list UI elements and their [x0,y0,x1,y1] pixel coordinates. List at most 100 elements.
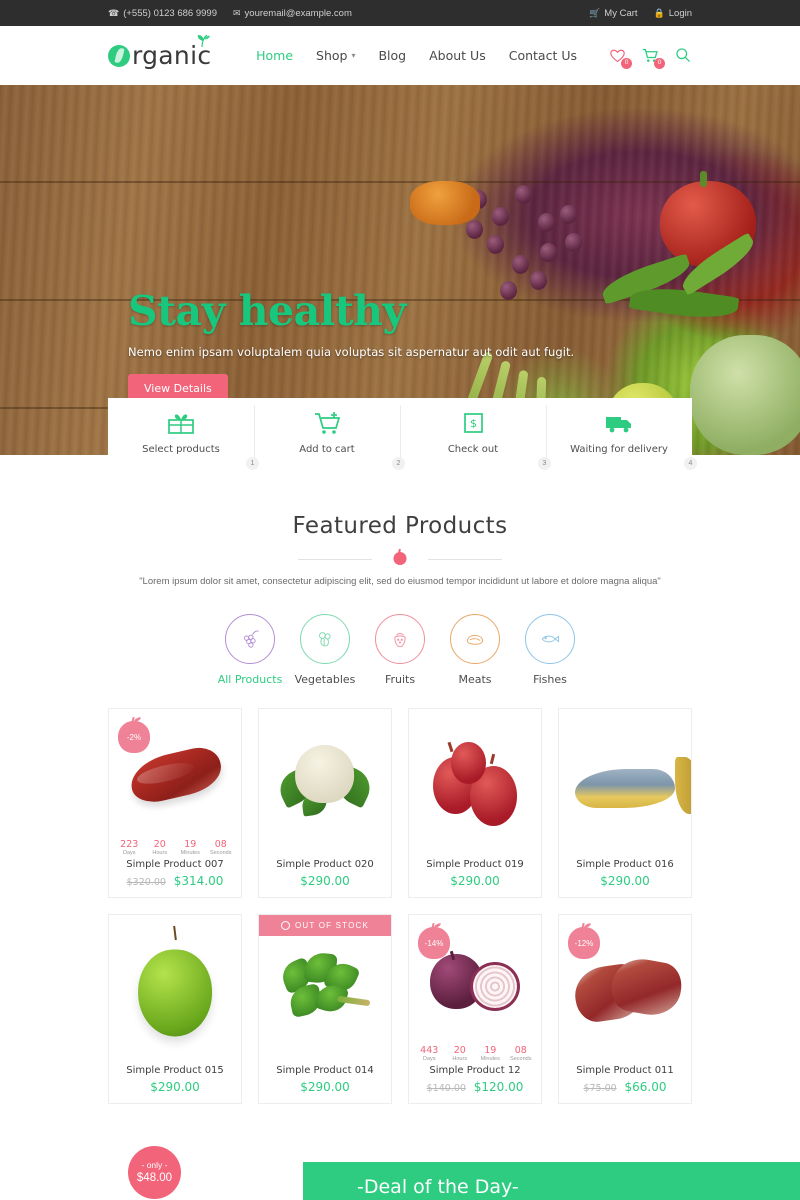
svg-text:$: $ [470,417,477,430]
product-card[interactable]: Simple Product 015 $290.00 [108,914,242,1104]
cart-button[interactable]: 0 [642,47,665,69]
my-cart-link[interactable]: 🛒 My Cart [589,8,637,19]
category-meats[interactable]: Meats [450,614,500,686]
countdown-hours: 20 [153,839,166,850]
nav-item-home[interactable]: Home [256,48,293,63]
grapes-icon [243,630,259,648]
countdown-timer: 443 Days 20 Hours 19 Minutes 08 Seconds [409,1045,541,1062]
discount-badge: -14% [418,927,450,959]
step-check-out[interactable]: $ 3 Check out [400,398,551,470]
sad-face-icon [280,921,290,930]
login-label: Login [668,7,692,19]
nav-label: Blog [378,48,407,63]
category-label: Fishes [533,673,567,686]
product-price: $290.00 [559,874,691,888]
product-image [109,915,241,1065]
price-new: $290.00 [300,874,350,888]
countdown-seconds-label: Seconds [510,1056,532,1062]
out-of-stock-banner: OUT OF STOCK [259,915,391,936]
product-title[interactable]: Simple Product 016 [559,859,691,870]
product-title[interactable]: Simple Product 014 [259,1065,391,1076]
plank-line [0,181,800,183]
price-old: $75.00 [583,1083,617,1094]
product-title[interactable]: Simple Product 019 [409,859,541,870]
product-card[interactable]: Simple Product 019 $290.00 [408,708,542,898]
product-title[interactable]: Simple Product 020 [259,859,391,870]
category-all-products[interactable]: All Products [218,614,282,686]
category-vegetables[interactable]: Vegetables [295,614,355,686]
deal-only-label: - only - [141,1160,168,1170]
countdown-seconds: 08 [214,839,227,850]
step-label: Waiting for delivery [570,443,668,455]
product-title[interactable]: Simple Product 015 [109,1065,241,1076]
deal-price-badge: - only - $48.00 [128,1146,181,1199]
price-new: $290.00 [450,874,500,888]
price-new: $290.00 [600,874,650,888]
discount-value: -12% [574,938,594,948]
step-waiting-for-delivery[interactable]: 4 Waiting for delivery [546,398,697,470]
money-icon: $ [458,410,488,436]
category-fishes[interactable]: Fishes [525,614,575,686]
category-fruits[interactable]: Fruits [375,614,425,686]
product-card[interactable]: Simple Product 016 $290.00 [558,708,692,898]
header-icon-group: 0 0 [609,47,692,69]
product-card[interactable]: -14% 443 Days 20 Hours 19 Minutes 08 Seconds… [408,914,542,1104]
main-nav: Home Shop ▾ Blog About Us Contact Us 0 0 [256,47,692,69]
email-item[interactable]: ✉ youremail@example.com [233,8,352,19]
countdown-seconds-label: Seconds [210,850,232,856]
category-label: Vegetables [294,673,356,686]
nav-item-shop[interactable]: Shop ▾ [316,48,355,63]
nav-item-blog[interactable]: Blog [378,48,406,63]
product-card[interactable]: Simple Product 020 $290.00 [258,708,392,898]
category-circle [225,614,275,664]
category-circle [300,614,350,664]
out-of-stock-label: OUT OF STOCK [294,921,370,930]
hero-title: Stay healthy [128,287,406,335]
hero-content: Stay healthy Nemo enim ipsam voluptalem … [128,287,588,404]
wishlist-button[interactable]: 0 [609,47,632,69]
phone-number: (+555) 0123 686 9999 [123,7,217,19]
discount-badge: -2% [118,721,150,753]
cart-plus-icon [312,410,342,436]
product-price: $290.00 [409,874,541,888]
login-link[interactable]: 🔒 Login [654,8,692,19]
price-new: $120.00 [473,1080,524,1094]
step-number: 4 [684,457,697,470]
section-quote: "Lorem ipsum dolor sit amet, consectetur… [139,576,661,587]
product-card[interactable]: OUT OF STOCK Simple Product 014 $290.00 [258,914,392,1104]
wishlist-count-badge: 0 [621,58,632,69]
product-card[interactable]: -2% 223 Days 20 Hours 19 Minutes 08 Seconds … [108,708,242,898]
product-grid: -2% 223 Days 20 Hours 19 Minutes 08 Seconds … [108,708,692,1104]
search-button[interactable] [675,47,692,64]
product-title[interactable]: Simple Product 007 [109,859,241,870]
step-select-products[interactable]: 1 Select products [108,398,259,470]
nav-item-about-us[interactable]: About Us [429,48,486,63]
nav-item-contact-us[interactable]: Contact Us [509,48,577,63]
product-card[interactable]: -12% Simple Product 011 $75.00 $66.00 [558,914,692,1104]
product-price: $290.00 [259,874,391,888]
countdown-days-label: Days [422,1056,436,1062]
product-price: $140.00 $120.00 [409,1080,541,1094]
topbar-account-group: 🛒 My Cart 🔒 Login [589,8,692,19]
countdown-minutes-label: Minutes [480,1056,500,1062]
apple-icon [393,552,407,565]
price-new: $290.00 [150,1080,200,1094]
category-filter: All Products Vegetables Fruits Meats Fis… [0,614,800,686]
countdown-minutes: 19 [184,839,197,850]
price-new: $314.00 [173,874,224,888]
product-title[interactable]: Simple Product 011 [559,1065,691,1076]
step-label: Check out [447,443,499,455]
page-root: ☎ (+555) 0123 686 9999 ✉ youremail@examp… [0,0,800,1200]
product-image [409,709,541,859]
discount-badge: -12% [568,927,600,959]
discount-value: -2% [126,732,142,742]
product-price: $75.00 $66.00 [559,1080,691,1094]
product-price: $290.00 [259,1080,391,1094]
strawberry-icon [394,633,406,648]
product-title[interactable]: Simple Product 12 [409,1065,541,1076]
countdown-seconds: 08 [514,1045,527,1056]
step-add-to-cart[interactable]: 2 Add to cart [254,398,405,470]
topbar-contact-group: ☎ (+555) 0123 686 9999 ✉ youremail@examp… [108,8,352,19]
phone-item[interactable]: ☎ (+555) 0123 686 9999 [108,8,217,19]
site-logo[interactable]: rganic [108,34,211,68]
